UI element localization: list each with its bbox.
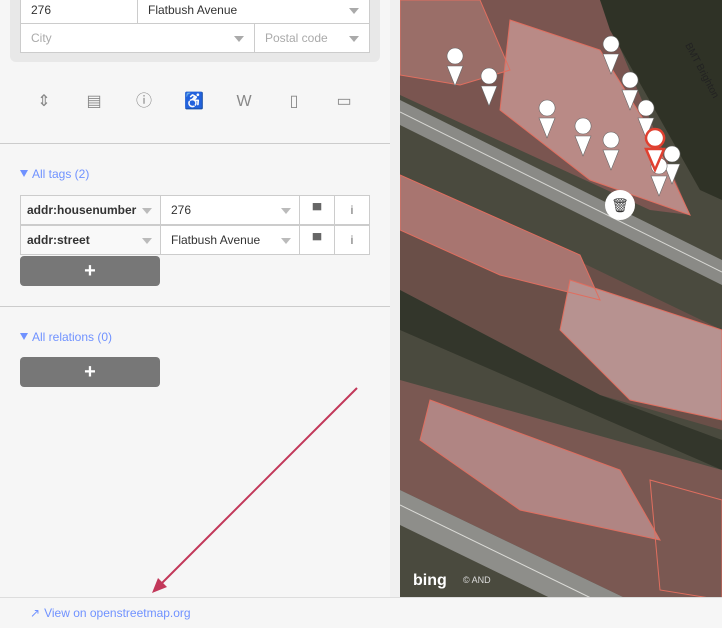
tag-key-text: addr:street	[27, 233, 90, 247]
chevron-down-icon[interactable]	[349, 36, 359, 42]
wikipedia-icon[interactable]: W	[234, 90, 254, 114]
tag-info-button[interactable]: i	[334, 195, 370, 225]
laptop-icon[interactable]: ▭	[334, 90, 354, 114]
section-divider	[0, 306, 390, 307]
all-relations-toggle[interactable]: All relations (0)	[20, 330, 112, 344]
tag-value-text: 276	[171, 203, 192, 217]
footer-bar: ↗ View on openstreetmap.org	[0, 597, 722, 628]
city-field[interactable]: City	[20, 23, 255, 53]
chevron-down-icon[interactable]	[281, 208, 291, 214]
imagery-attribution: © AND	[463, 575, 491, 585]
chevron-down-icon[interactable]	[281, 238, 291, 244]
tag-value-field[interactable]: Flatbush Avenue	[160, 225, 300, 255]
trash-icon: ▀	[312, 203, 322, 217]
triangle-down-icon	[20, 170, 28, 177]
chevron-down-icon[interactable]	[349, 8, 359, 14]
delete-tag-button[interactable]: ▀	[299, 195, 335, 225]
sidebar: 276 Flatbush Avenue City Postal code ⇕ ▤…	[0, 0, 391, 627]
address-fields-box: 276 Flatbush Avenue City Postal code	[10, 0, 380, 62]
postal-code-field[interactable]: Postal code	[254, 23, 370, 53]
tag-info-button[interactable]: i	[334, 225, 370, 255]
map-view[interactable]: BMT Brighton 🗑	[400, 0, 722, 627]
wheelchair-icon[interactable]: ♿	[184, 90, 204, 114]
trash-icon: 🗑	[611, 197, 629, 213]
note-icon[interactable]: ▤	[84, 90, 104, 114]
tag-value-field[interactable]: 276	[160, 195, 300, 225]
city-placeholder: City	[31, 31, 52, 45]
delete-feature-button[interactable]: 🗑	[605, 190, 635, 220]
all-tags-label: All tags (2)	[32, 167, 90, 181]
delete-tag-button[interactable]: ▀	[299, 225, 335, 255]
housenumber-value: 276	[31, 3, 52, 17]
phone-icon[interactable]: ▯	[284, 90, 304, 114]
view-on-osm-link[interactable]: ↗ View on openstreetmap.org	[30, 606, 191, 620]
move-icon[interactable]: ⇕	[34, 90, 54, 114]
tag-key-field[interactable]: addr:street	[20, 225, 161, 255]
triangle-down-icon	[20, 333, 28, 340]
add-tag-button[interactable]: +	[20, 256, 160, 286]
preset-field-icons: ⇕ ▤ ⓘ ♿ W ▯ ▭	[0, 90, 390, 116]
chevron-down-icon[interactable]	[142, 238, 152, 244]
all-relations-label: All relations (0)	[32, 330, 113, 344]
external-link-icon: ↗	[30, 606, 41, 620]
bing-logo: bing	[413, 572, 447, 589]
postal-placeholder: Postal code	[265, 31, 328, 45]
section-divider	[0, 143, 390, 144]
street-field[interactable]: Flatbush Avenue	[137, 0, 370, 25]
info-icon: i	[350, 233, 354, 247]
chevron-down-icon[interactable]	[142, 208, 152, 214]
tag-key-text: addr:housenumber	[27, 203, 137, 217]
tag-value-text: Flatbush Avenue	[171, 233, 261, 247]
street-value: Flatbush Avenue	[148, 3, 238, 17]
aerial-imagery: BMT Brighton	[400, 0, 722, 627]
all-tags-toggle[interactable]: All tags (2)	[20, 167, 89, 181]
trash-icon: ▀	[312, 233, 322, 247]
panel-resizer[interactable]	[390, 0, 400, 627]
chevron-down-icon[interactable]	[234, 36, 244, 42]
tag-row: addr:street Flatbush Avenue ▀ i	[20, 225, 370, 255]
tag-row: addr:housenumber 276 ▀ i	[20, 195, 370, 225]
add-relation-button[interactable]: +	[20, 357, 160, 387]
info-icon: i	[350, 203, 354, 217]
info-circle-icon[interactable]: ⓘ	[134, 90, 154, 114]
view-on-osm-label: View on openstreetmap.org	[44, 606, 191, 620]
housenumber-field[interactable]: 276	[20, 0, 138, 25]
tag-key-field[interactable]: addr:housenumber	[20, 195, 161, 225]
